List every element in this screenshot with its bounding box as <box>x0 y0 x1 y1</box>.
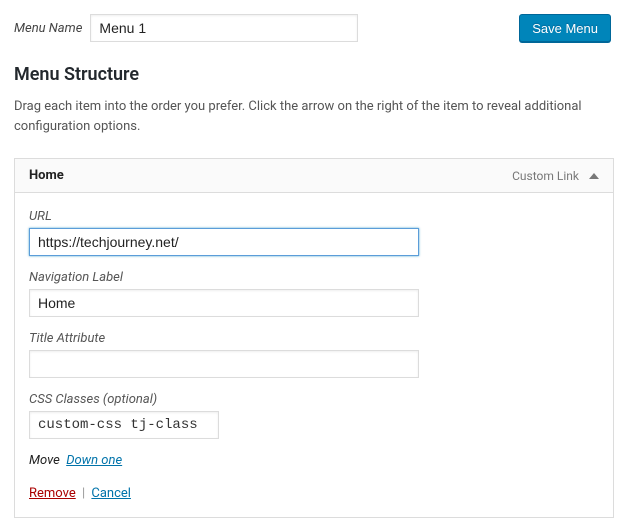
remove-link[interactable]: Remove <box>29 486 76 501</box>
css-classes-input[interactable] <box>29 411 219 439</box>
menu-name-input[interactable] <box>90 14 358 42</box>
navigation-label-input[interactable] <box>29 289 419 317</box>
cancel-link[interactable]: Cancel <box>91 486 131 501</box>
move-down-link[interactable]: Down one <box>66 453 122 468</box>
menu-item-title: Home <box>29 168 64 183</box>
title-attribute-input[interactable] <box>29 350 419 378</box>
save-menu-button[interactable]: Save Menu <box>519 14 611 42</box>
section-description: Drag each item into the order you prefer… <box>14 97 594 136</box>
menu-item-body: URL Navigation Label Title Attribute CSS… <box>15 193 613 517</box>
title-attribute-label: Title Attribute <box>29 331 599 346</box>
menu-item-type-label: Custom Link <box>512 169 579 183</box>
collapse-arrow-icon <box>589 173 599 179</box>
move-label: Move <box>29 453 60 468</box>
css-classes-label: CSS Classes (optional) <box>29 392 599 407</box>
menu-name-label: Menu Name <box>14 21 82 36</box>
menu-item: Home Custom Link URL Navigation Label Ti… <box>14 158 614 518</box>
menu-item-header[interactable]: Home Custom Link <box>15 159 613 193</box>
navigation-label-label: Navigation Label <box>29 270 599 285</box>
url-label: URL <box>29 209 599 224</box>
section-title: Menu Structure <box>14 64 611 85</box>
separator: | <box>82 486 85 501</box>
url-input[interactable] <box>29 228 419 256</box>
